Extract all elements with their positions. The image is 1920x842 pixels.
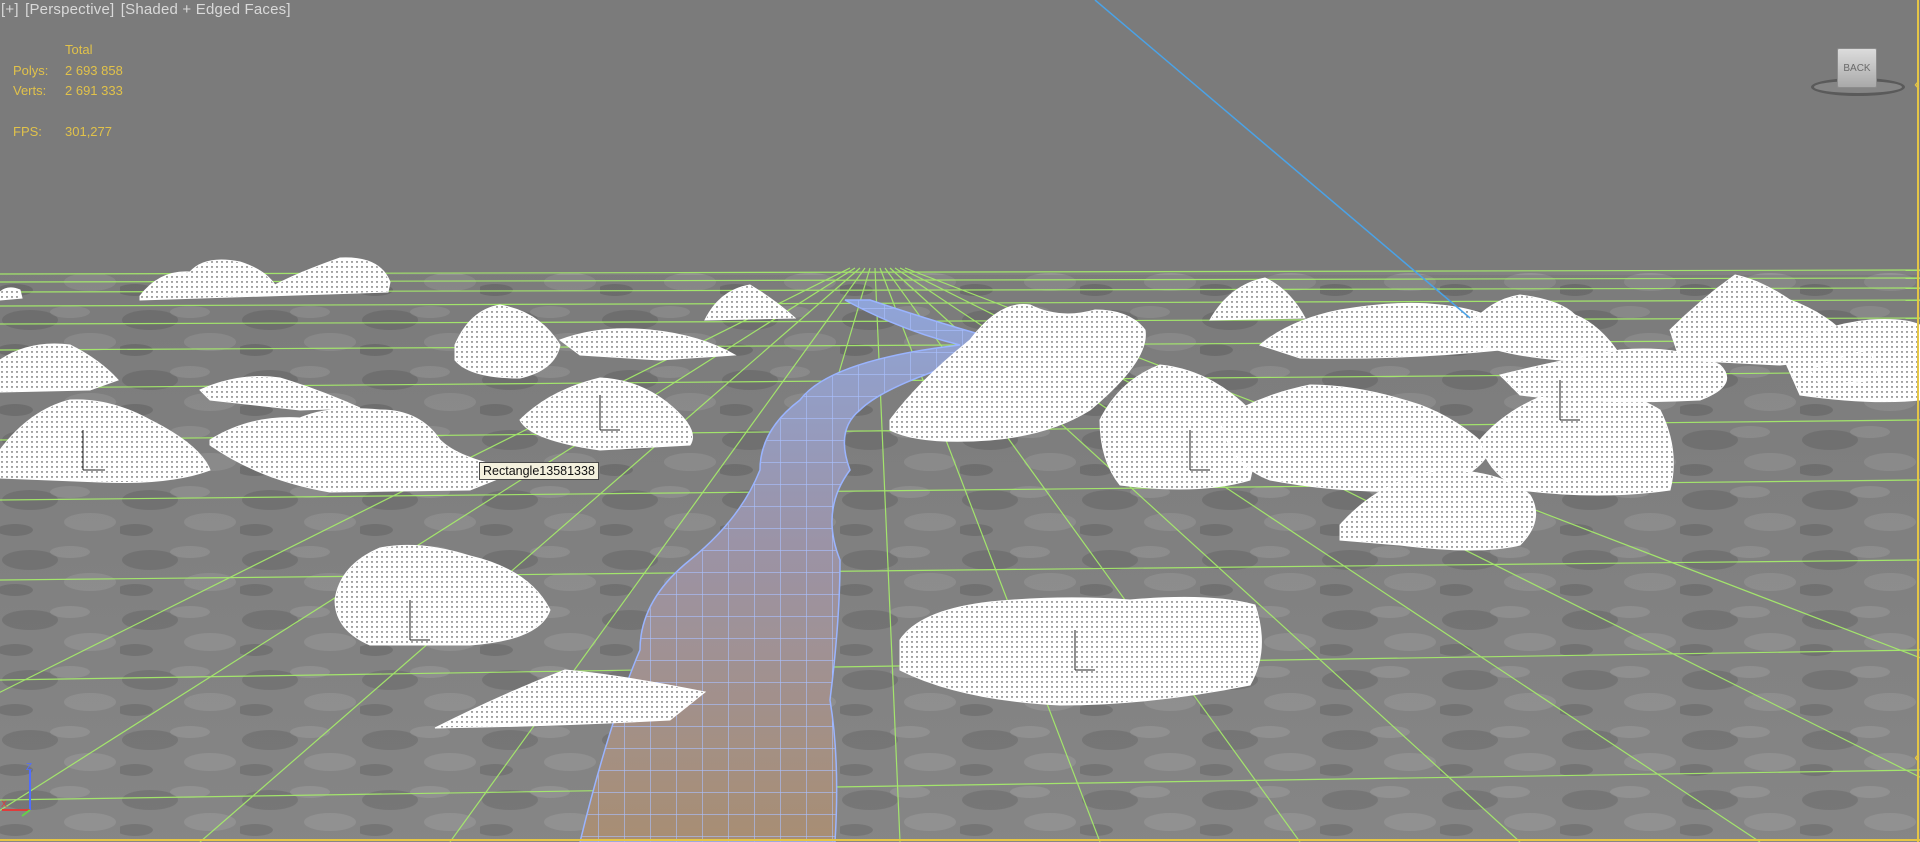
verts-row: Verts: 2 691 333	[13, 81, 123, 102]
3d-viewport[interactable]: [+] [Perspective] [Shaded + Edged Faces]…	[0, 0, 1920, 842]
verts-label: Verts:	[13, 83, 47, 98]
fps-value: 301,277	[65, 123, 112, 139]
stats-header-row: Total	[13, 40, 123, 61]
viewport-edge-markers: ‹ ‹	[1910, 0, 1920, 842]
fps-row: FPS: 301,277	[13, 122, 123, 143]
viewport-menu-shading[interactable]: [Shaded + Edged Faces]	[121, 1, 291, 18]
viewcube-face[interactable]: BACK	[1837, 48, 1877, 88]
chevron-left-icon: ‹	[1914, 74, 1920, 94]
verts-value: 2 691 333	[65, 83, 123, 98]
fps-label: FPS:	[13, 123, 42, 139]
viewport-menu-plus[interactable]: [+]	[1, 1, 19, 18]
chevron-left-icon: ‹	[1914, 747, 1920, 767]
viewcube[interactable]: BACK	[1811, 48, 1907, 100]
polys-row: Polys: 2 693 858	[13, 61, 123, 82]
axis-tripod: Z X	[1, 762, 32, 817]
scene-canvas[interactable]	[0, 0, 1920, 842]
rock	[899, 596, 1262, 706]
rock	[0, 287, 23, 301]
axis-x-label: X	[1, 799, 7, 809]
statistics-overlay: Total Polys: 2 693 858 Verts: 2 691 333 …	[13, 40, 123, 142]
stats-header: Total	[65, 42, 93, 57]
light-line	[1094, 0, 1471, 319]
axis-z-label: Z	[26, 762, 32, 773]
viewport-label[interactable]: [+] [Perspective] [Shaded + Edged Faces]	[1, 1, 293, 18]
polys-value: 2 693 858	[65, 62, 123, 78]
object-name-tooltip: Rectangle13581338	[479, 462, 599, 480]
polys-label: Polys:	[13, 62, 49, 78]
viewport-menu-perspective[interactable]: [Perspective]	[25, 1, 114, 18]
